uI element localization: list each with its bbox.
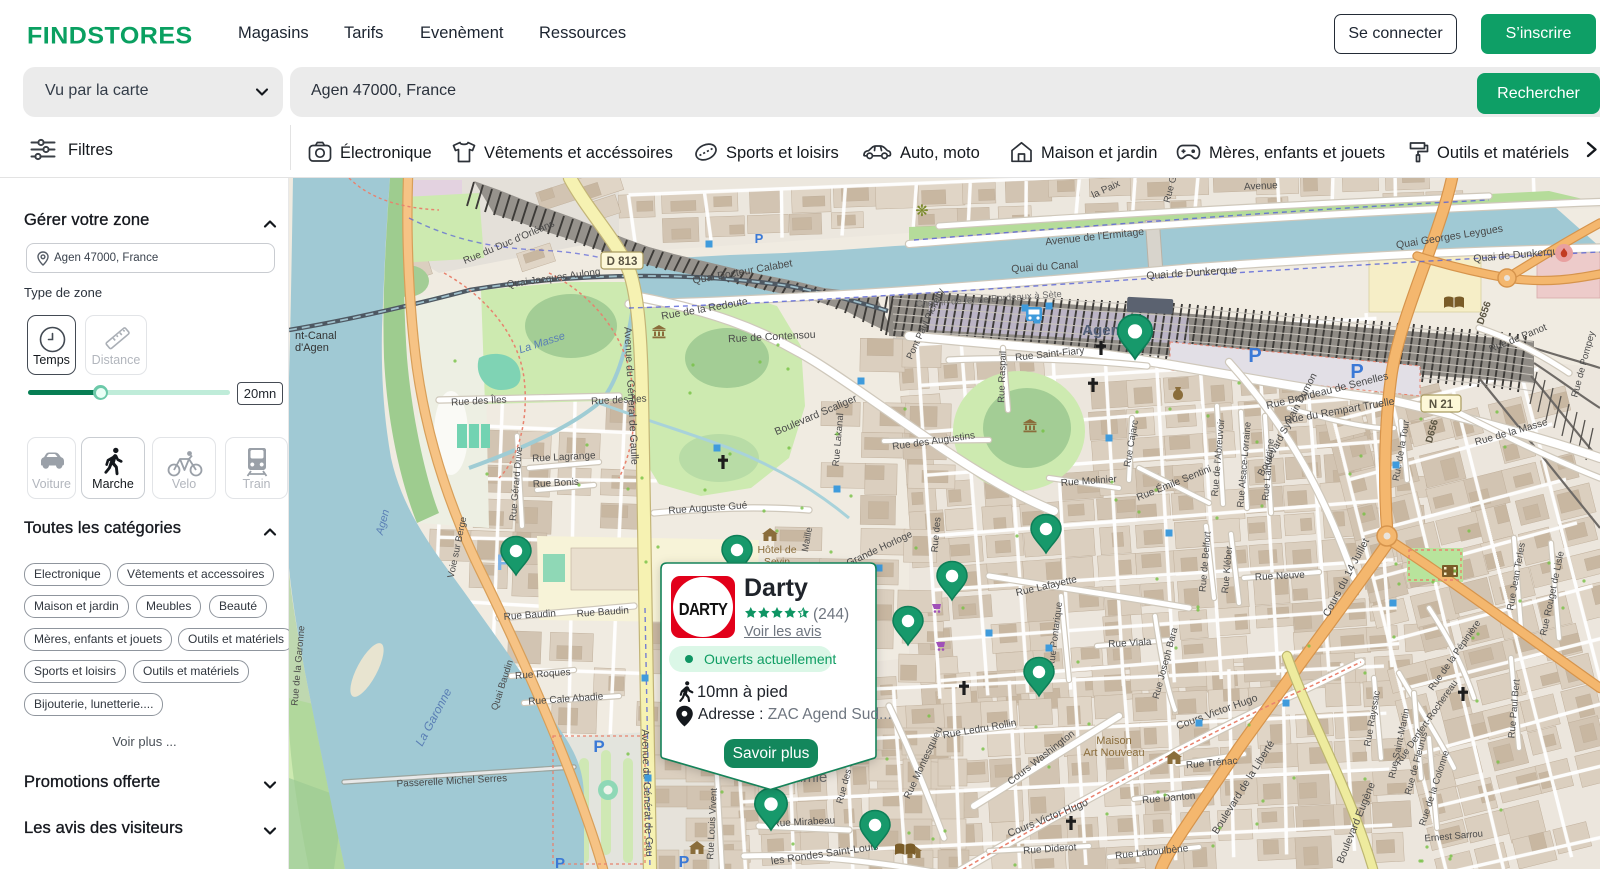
- svg-text:P: P: [679, 854, 690, 869]
- svg-text:Hôtel de: Hôtel de: [757, 544, 796, 556]
- svg-text:❋: ❋: [915, 203, 928, 220]
- svg-text:Art Nouveau: Art Nouveau: [1083, 747, 1144, 759]
- svg-text:Agen: Agen: [1082, 322, 1120, 339]
- svg-text:nt-Canal: nt-Canal: [295, 330, 337, 342]
- svg-text:Avenue: Avenue: [1244, 180, 1279, 193]
- svg-text:P: P: [555, 855, 565, 869]
- svg-text:P: P: [1248, 345, 1261, 367]
- svg-text:P: P: [593, 737, 604, 756]
- svg-text:Rue Raspail: Rue Raspail: [996, 351, 1009, 403]
- svg-text:Maison: Maison: [1096, 735, 1131, 747]
- svg-text:P: P: [755, 231, 764, 246]
- svg-text:P: P: [1350, 361, 1363, 383]
- svg-text:D 813: D 813: [607, 256, 638, 268]
- svg-text:N 21: N 21: [1429, 399, 1454, 411]
- svg-text:Rue Viala: Rue Viala: [1108, 637, 1152, 650]
- svg-text:d'Agen: d'Agen: [295, 342, 329, 354]
